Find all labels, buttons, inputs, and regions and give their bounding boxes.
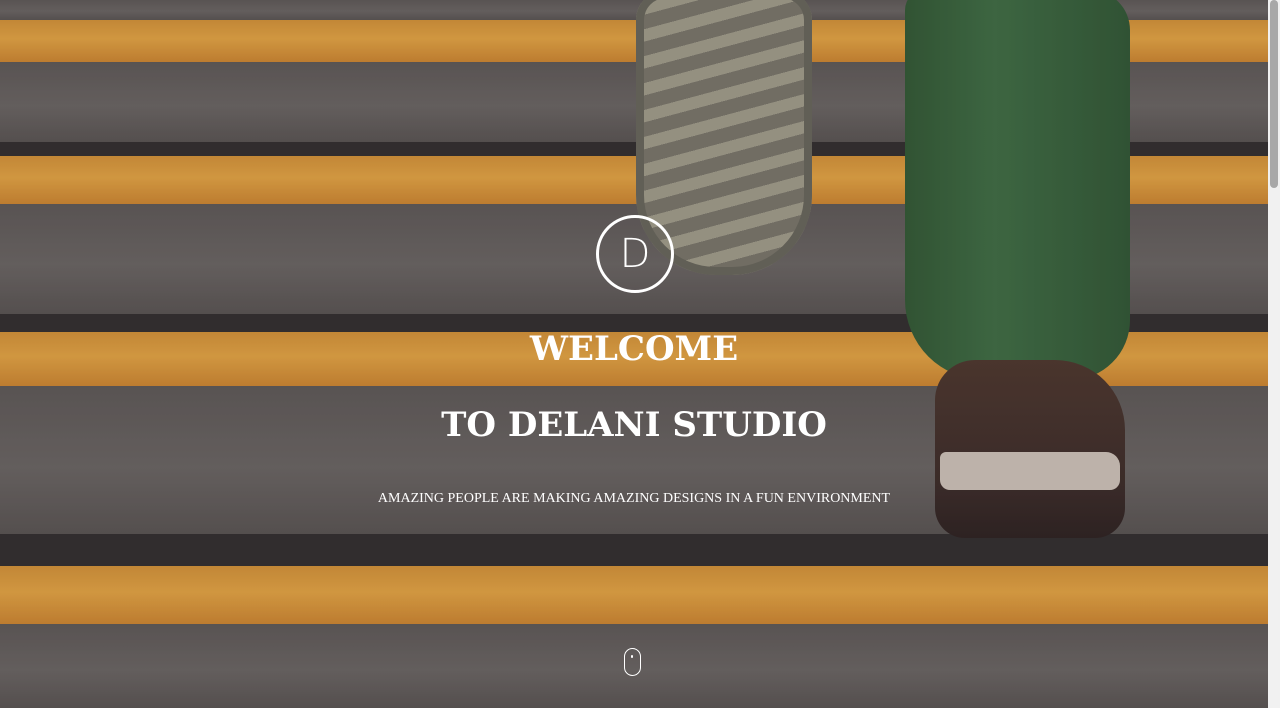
studio-logo[interactable]: D bbox=[596, 215, 674, 293]
hero-title-studio: TO DELANI STUDIO bbox=[441, 405, 827, 445]
hero-title-welcome: WELCOME bbox=[529, 329, 739, 369]
mouse-scroll-icon[interactable] bbox=[624, 648, 641, 676]
hero-tagline: AMAZING PEOPLE ARE MAKING AMAZING DESIGN… bbox=[377, 491, 891, 506]
bottom-strip bbox=[0, 708, 1280, 720]
scrollbar-thumb[interactable] bbox=[1270, 0, 1278, 188]
logo-letter: D bbox=[619, 231, 651, 277]
page-viewport: D WELCOME TO DELANI STUDIO AMAZING PEOPL… bbox=[0, 0, 1268, 708]
vertical-scrollbar[interactable] bbox=[1268, 0, 1280, 708]
